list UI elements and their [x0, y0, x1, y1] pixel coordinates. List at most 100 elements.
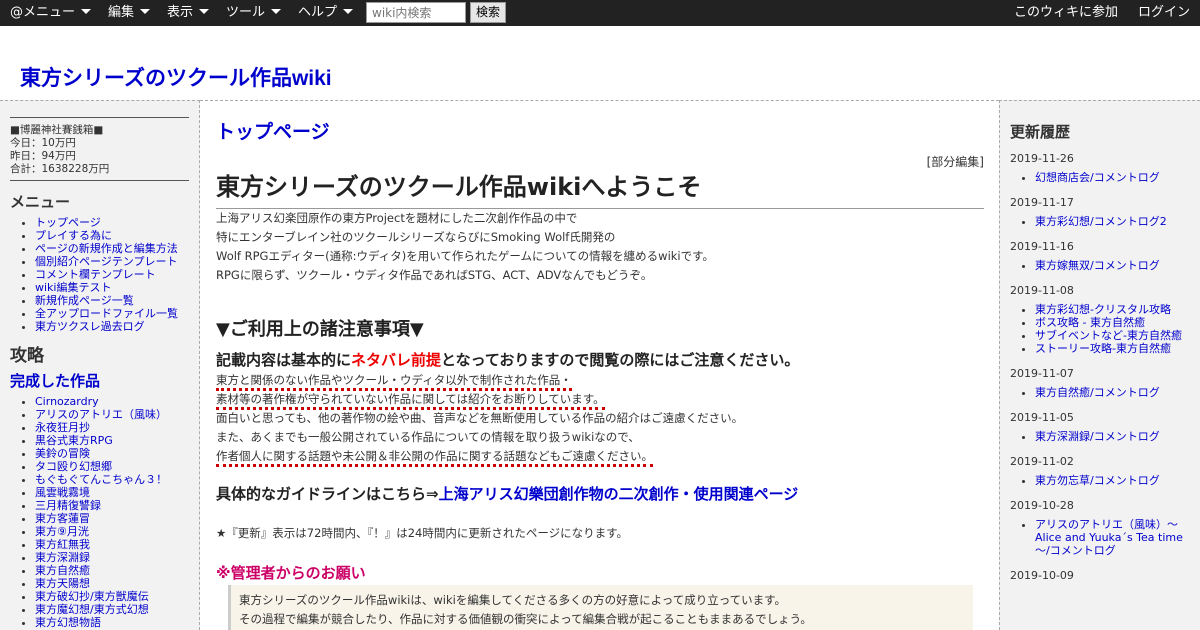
warning-text: となっておりますので閲覧の際にはご注意ください。 — [441, 351, 800, 369]
list-item: 東方深淵録 — [35, 551, 199, 564]
guideline-line: 具体的なガイドラインはこちら⇒上海アリス幻樂団創作物の二次創作・使用関連ページ — [216, 483, 798, 504]
rule-line-text: 作者個人に関する話題や未公開＆非公開の作品に関する話題などもご遠慮ください。 — [216, 449, 653, 467]
history-date: 2019-11-17 — [1010, 196, 1074, 209]
list-item: トップページ — [35, 216, 199, 229]
history-link[interactable]: 幻想商店会/コメントログ — [1035, 171, 1160, 184]
intro-line: 特にエンターブレイン社のツクールシリーズならびにSmoking Wolf氏開発の — [216, 230, 616, 244]
menu-dropdown-atmenu[interactable]: @メニュー — [10, 0, 92, 26]
game-link[interactable]: 東方幻想物語 — [35, 616, 101, 629]
rule-line: 素材等の著作権が守られていない作品に関しては紹介をお断りしています。 — [216, 390, 984, 410]
list-item: コメント欄テンプレート — [35, 268, 199, 281]
game-link[interactable]: 永夜狂月抄 — [35, 421, 90, 434]
donation-counter: ■博麗神社賽銭箱■ 今日：10万円 昨日：94万円 合計：1638228万円 — [10, 117, 189, 181]
rule-line: また、あくまでも一般公開されている作品についての情報を取り扱うwikiなので、 — [216, 430, 640, 444]
menu-dropdown-tools[interactable]: ツール — [226, 0, 282, 26]
game-link[interactable]: 風雲戦霧境 — [35, 486, 90, 499]
donation-yesterday: 昨日：94万円 — [10, 150, 76, 162]
history-link[interactable]: 東方彩幻想-クリスタル攻略 — [1035, 303, 1171, 316]
admin-line: 東方シリーズのツクール作品wikiは、wikiを編集してくださる多くの方の好意に… — [239, 593, 786, 607]
menu-link-thread-logs[interactable]: 東方ツクスレ過去ログ — [35, 320, 145, 333]
warning-text: 記載内容は基本的に — [216, 351, 352, 369]
list-item: サブイベントなど-東方自然癒 — [1035, 329, 1190, 342]
game-link[interactable]: 東方自然癒 — [35, 564, 90, 577]
donation-title: ■博麗神社賽銭箱■ — [10, 124, 104, 136]
game-link[interactable]: 美鈴の冒険 — [35, 447, 90, 460]
menu-link-how-to-play[interactable]: プレイする為に — [35, 229, 112, 242]
list-item: 新規作成ページ一覧 — [35, 294, 199, 307]
menu-link-new-pages[interactable]: 新規作成ページ一覧 — [35, 294, 134, 307]
game-link[interactable]: 東方天陽想 — [35, 577, 90, 590]
list-item: 東方彩幻想/コメントログ2 — [1035, 215, 1190, 228]
search-button[interactable]: 検索 — [470, 2, 506, 23]
history-link[interactable]: 東方嫁無双/コメントログ — [1035, 259, 1160, 272]
chevron-down-icon — [140, 9, 151, 14]
list-item: プレイする為に — [35, 229, 199, 242]
game-link[interactable]: 東方深淵録 — [35, 551, 90, 564]
wiki-search-input[interactable] — [366, 2, 466, 23]
history-list: 東方自然癒/コメントログ — [1000, 386, 1200, 399]
menu-heading: メニュー — [10, 193, 71, 211]
list-item: 東方天陽想 — [35, 577, 199, 590]
history-link[interactable]: ボス攻略 - 東方自然癒 — [1035, 316, 1145, 329]
game-link[interactable]: 東方魔幻想/東方式幻想 — [35, 603, 149, 616]
game-link[interactable]: もぐもぐてんこちゃん３！ — [35, 473, 167, 486]
history-list: 東方嫁無双/コメントログ — [1000, 259, 1200, 272]
site-title-link[interactable]: 東方シリーズのツクール作品wiki — [20, 62, 332, 92]
list-item: 東方深淵録/コメントログ — [1035, 430, 1190, 443]
rule-line: 面白いと思っても、他の著作物の絵や曲、音声などを無断使用している作品の紹介はご遠… — [216, 411, 744, 425]
history-link[interactable]: サブイベントなど-東方自然癒 — [1035, 329, 1182, 342]
completed-works-heading[interactable]: 完成した作品 — [10, 370, 199, 391]
left-sidebar: ■博麗神社賽銭箱■ 今日：10万円 昨日：94万円 合計：1638228万円 メ… — [0, 100, 200, 630]
intro-line: RPGに限らず、ツクール・ウディタ作品であればSTG、ACT、ADVなんでもどう… — [216, 268, 653, 282]
game-link[interactable]: タコ殴り幻想郷 — [35, 460, 112, 473]
login-link[interactable]: ログイン — [1138, 0, 1190, 26]
history-link[interactable]: 東方勿忘草/コメントログ — [1035, 474, 1160, 487]
game-link[interactable]: アリスのアトリエ（風味） — [35, 408, 167, 421]
chevron-down-icon — [81, 9, 92, 14]
menu-link-uploads[interactable]: 全アップロードファイル一覧 — [35, 307, 178, 320]
join-wiki-link[interactable]: このウィキに参加 — [1014, 0, 1118, 26]
game-link[interactable]: 黒谷式東方RPG — [35, 434, 113, 447]
menu-link-comment-template[interactable]: コメント欄テンプレート — [35, 268, 156, 281]
history-date: 2019-11-08 — [1010, 284, 1074, 297]
notice-section-heading: ▼ご利用上の諸注意事項▼ — [216, 319, 424, 340]
history-link[interactable]: アリスのアトリエ（風味）～Alice and Yuuka´s Tea time～… — [1035, 518, 1183, 557]
menu-link-editing-guide[interactable]: ページの新規作成と編集方法 — [35, 242, 178, 255]
menu-label: 表示 — [167, 5, 194, 20]
list-item: wiki編集テスト — [35, 281, 199, 294]
menu-dropdown-edit[interactable]: 編集 — [108, 0, 151, 26]
strategy-heading: 攻略 — [10, 346, 44, 366]
guideline-link[interactable]: 上海アリス幻樂団創作物の二次創作・使用関連ページ — [439, 485, 799, 503]
list-item: タコ殴り幻想郷 — [35, 460, 199, 473]
history-date: 2019-11-05 — [1010, 411, 1074, 424]
game-link[interactable]: 東方客蓮冒 — [35, 512, 90, 525]
history-list: 東方深淵録/コメントログ — [1000, 430, 1200, 443]
list-item: 東方破幻抄/東方獣魔伝 — [35, 590, 199, 603]
history-link[interactable]: 東方彩幻想/コメントログ2 — [1035, 215, 1167, 228]
menu-dropdown-view[interactable]: 表示 — [167, 0, 210, 26]
menu-dropdown-help[interactable]: ヘルプ — [298, 0, 354, 26]
history-list: 幻想商店会/コメントログ — [1000, 171, 1200, 184]
menu-link-intro-template[interactable]: 個別紹介ページテンプレート — [35, 255, 177, 268]
history-date: 2019-10-28 — [1010, 499, 1074, 512]
menu-link-edit-test[interactable]: wiki編集テスト — [35, 281, 111, 294]
history-link[interactable]: 東方深淵録/コメントログ — [1035, 430, 1160, 443]
chevron-down-icon — [343, 9, 354, 14]
rule-line: 東方と関係のない作品やツクール・ウディタ以外で制作された作品・ — [216, 371, 984, 391]
history-link[interactable]: 東方自然癒/コメントログ — [1035, 386, 1160, 399]
list-item: 東方幻想物語 — [35, 616, 199, 629]
game-link[interactable]: 東方紅無我 — [35, 538, 90, 551]
game-link[interactable]: Cirnozardry — [35, 395, 99, 408]
history-list: アリスのアトリエ（風味）～Alice and Yuuka´s Tea time～… — [1000, 518, 1200, 557]
history-date: 2019-10-09 — [1010, 569, 1074, 582]
game-link[interactable]: 東方⑨月洸 — [35, 525, 89, 538]
list-item: 東方彩幻想-クリスタル攻略 — [1035, 303, 1190, 316]
list-item: ボス攻略 - 東方自然癒 — [1035, 316, 1190, 329]
game-link[interactable]: 三月精復讐録 — [35, 499, 101, 512]
rule-line-text: 東方と関係のない作品やツクール・ウディタ以外で制作された作品・ — [216, 373, 572, 391]
menu-link-top-page[interactable]: トップページ — [35, 216, 101, 229]
history-link[interactable]: ストーリー攻略-東方自然癒 — [1035, 342, 1171, 355]
game-link[interactable]: 東方破幻抄/東方獣魔伝 — [35, 590, 149, 603]
welcome-heading: 東方シリーズのツクール作品wikiへようこそ — [216, 167, 984, 209]
menu-label: 編集 — [108, 5, 135, 20]
